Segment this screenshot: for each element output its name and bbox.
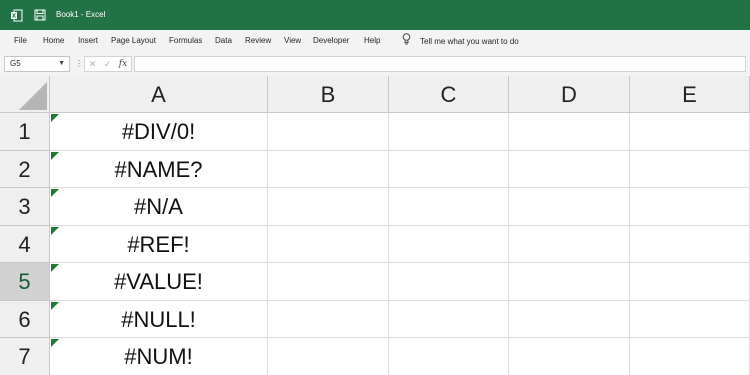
row-header-2[interactable]: 2 <box>0 150 50 188</box>
excel-logo-icon <box>8 0 24 30</box>
cell-a7-value: #NUM! <box>124 344 193 369</box>
row-header-6[interactable]: 6 <box>0 300 50 338</box>
tab-insert[interactable]: Insert <box>78 30 98 52</box>
cell-a2-value: #NAME? <box>114 156 203 182</box>
row-header-1[interactable]: 1 <box>0 113 50 151</box>
cell-b1[interactable] <box>268 113 389 151</box>
cell-d3[interactable] <box>509 188 630 226</box>
tab-data[interactable]: Data <box>215 30 232 52</box>
cell-c6[interactable] <box>389 300 509 338</box>
cell-a5-value: #VALUE! <box>114 269 203 294</box>
cell-e1[interactable] <box>630 113 750 151</box>
row-header-5[interactable]: 5 <box>0 263 50 301</box>
tab-formulas[interactable]: Formulas <box>169 30 202 52</box>
spreadsheet-grid: A B C D E 1 2 3 4 5 6 7 #DIV/0! #NAME? #… <box>0 76 750 375</box>
tab-developer[interactable]: Developer <box>313 30 349 52</box>
enter-check-icon[interactable]: ✓ <box>104 59 112 70</box>
cell-e3[interactable] <box>630 188 750 226</box>
cell-a5[interactable]: #VALUE! <box>50 263 268 301</box>
row-header-7[interactable]: 7 <box>0 338 50 375</box>
cell-a7[interactable]: #NUM! <box>50 338 268 375</box>
cell-a1-value: #DIV/0! <box>121 119 196 144</box>
name-box[interactable]: G5 ▼ <box>4 56 70 72</box>
cell-a6[interactable]: #NULL! <box>50 300 268 338</box>
cell-b3[interactable] <box>268 188 389 226</box>
column-header-c[interactable]: C <box>389 76 509 113</box>
cell-a6-value: #NULL! <box>121 306 196 332</box>
column-header-a[interactable]: A <box>50 76 268 113</box>
cell-d7[interactable] <box>509 338 630 375</box>
ribbon-tabs: File Home Insert Page Layout Formulas Da… <box>0 30 750 52</box>
tell-me-search[interactable]: Tell me what you want to do <box>402 30 519 52</box>
cell-a4-value: #REF! <box>127 231 190 257</box>
cell-e6[interactable] <box>630 300 750 338</box>
cell-c1[interactable] <box>389 113 509 151</box>
tab-page-layout[interactable]: Page Layout <box>111 30 156 52</box>
cell-c3[interactable] <box>389 188 509 226</box>
cell-a2[interactable]: #NAME? <box>50 150 268 188</box>
cell-b6[interactable] <box>268 300 389 338</box>
chevron-down-icon[interactable]: ▼ <box>58 57 65 71</box>
name-box-value: G5 <box>10 59 21 68</box>
cell-a3-value: #N/A <box>134 194 183 219</box>
cell-d1[interactable] <box>509 113 630 151</box>
cell-a4[interactable]: #REF! <box>50 225 268 263</box>
cell-a3[interactable]: #N/A <box>50 188 268 226</box>
cell-b5[interactable] <box>268 263 389 301</box>
cell-e5[interactable] <box>630 263 750 301</box>
tell-me-text: Tell me what you want to do <box>420 36 519 46</box>
cell-e2[interactable] <box>630 150 750 188</box>
cell-c4[interactable] <box>389 225 509 263</box>
lightbulb-icon <box>402 32 411 50</box>
column-header-e[interactable]: E <box>630 76 750 113</box>
cell-b4[interactable] <box>268 225 389 263</box>
tab-file[interactable]: File <box>14 30 27 52</box>
cell-a1[interactable]: #DIV/0! <box>50 113 268 151</box>
tab-view[interactable]: View <box>284 30 301 52</box>
cell-e4[interactable] <box>630 225 750 263</box>
save-icon[interactable] <box>32 0 48 30</box>
column-header-b[interactable]: B <box>268 76 389 113</box>
cell-d4[interactable] <box>509 225 630 263</box>
cell-d6[interactable] <box>509 300 630 338</box>
cell-d5[interactable] <box>509 263 630 301</box>
cancel-icon[interactable]: ✕ <box>89 59 97 70</box>
tab-review[interactable]: Review <box>245 30 271 52</box>
title-bar: Book1 - Excel <box>0 0 750 30</box>
window-title: Book1 - Excel <box>56 10 106 19</box>
cell-b7[interactable] <box>268 338 389 375</box>
column-header-d[interactable]: D <box>509 76 630 113</box>
cell-b2[interactable] <box>268 150 389 188</box>
formula-input[interactable] <box>134 56 746 72</box>
row-header-3[interactable]: 3 <box>0 188 50 226</box>
formula-bar: G5 ▼ ⋮ ✕ ✓ fx <box>0 52 750 76</box>
select-all-corner[interactable] <box>0 76 50 113</box>
cell-e7[interactable] <box>630 338 750 375</box>
row-header-4[interactable]: 4 <box>0 225 50 263</box>
tab-home[interactable]: Home <box>43 30 64 52</box>
formula-tools: ✕ ✓ fx <box>84 56 132 72</box>
cell-d2[interactable] <box>509 150 630 188</box>
tab-help[interactable]: Help <box>364 30 380 52</box>
cell-c7[interactable] <box>389 338 509 375</box>
more-options-icon: ⋮ <box>75 59 83 68</box>
cell-c5[interactable] <box>389 263 509 301</box>
cell-c2[interactable] <box>389 150 509 188</box>
insert-function-icon[interactable]: fx <box>119 59 127 69</box>
